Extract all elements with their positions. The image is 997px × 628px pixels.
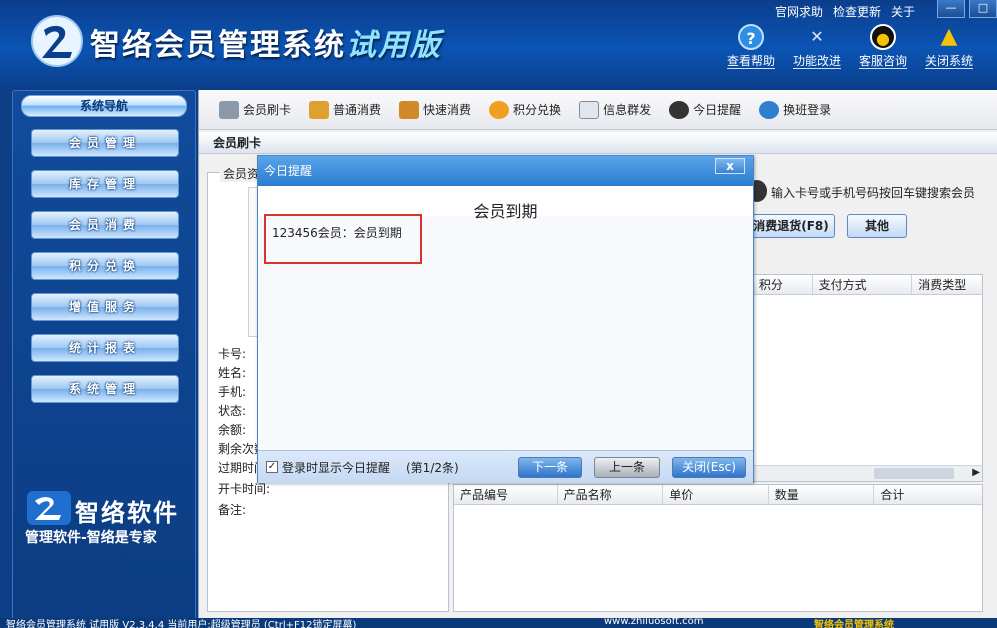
header-tools: ? 查看帮助 ✕ 功能改进 ● 客服咨询 ▲ 关闭系统 <box>721 22 979 69</box>
sidebar-title: 系统导航 <box>21 95 187 117</box>
close-system-label: 关闭系统 <box>924 54 973 69</box>
app-header: 智络会员管理系统试用版 官网求助 检查更新 关于 — □ ? 查看帮助 ✕ 功能… <box>0 0 997 88</box>
warning-icon: ▲ <box>940 24 958 49</box>
customer-service-button[interactable]: ● 客服咨询 <box>853 22 913 69</box>
link-check-update[interactable]: 检查更新 <box>833 3 881 20</box>
status-product-name: 智络会员管理系统 <box>814 620 894 628</box>
scroll-right-icon[interactable]: ▶ <box>972 467 980 478</box>
qq-penguin-icon: ● <box>870 24 896 50</box>
search-hint: 输入卡号或手机号码按回车键搜索会员 <box>771 186 976 200</box>
toolbar-quick-consumption[interactable]: 快速消费 <box>399 100 472 119</box>
sidebar-item-member-management[interactable]: 会员管理 <box>31 129 179 157</box>
field-status: 状态: <box>218 404 247 418</box>
link-help-site[interactable]: 官网求助 <box>775 3 823 20</box>
toolbar-normal-consumption[interactable]: 普通消费 <box>309 100 382 119</box>
col-product-name: 产品名称 <box>558 485 664 504</box>
sidebar: 系统导航 会员管理 库存管理 会员消费 积分兑换 增值服务 统计报表 系统管理 … <box>12 90 196 628</box>
toolbar-points-exchange[interactable]: 积分兑换 <box>489 100 562 119</box>
product-table: 产品编号 产品名称 单价 数量 合计 <box>453 484 983 612</box>
view-help-button[interactable]: ? 查看帮助 <box>721 22 781 69</box>
field-name: 姓名: <box>218 366 247 380</box>
dialog-close-icon[interactable]: x <box>715 158 745 174</box>
app-title-main: 智络会员管理系统 <box>90 28 346 63</box>
sidebar-item-inventory-management[interactable]: 库存管理 <box>31 170 179 198</box>
refresh-icon <box>489 100 510 119</box>
toolbar-mass-message-label: 信息群发 <box>603 103 652 117</box>
brand-logo-icon <box>27 491 71 525</box>
envelope-icon <box>579 100 600 119</box>
col-unit-price: 单价 <box>663 485 769 504</box>
prev-button[interactable]: 上一条 <box>594 457 660 478</box>
sidebar-item-system-management[interactable]: 系统管理 <box>31 375 179 403</box>
feature-improve-button[interactable]: ✕ 功能改进 <box>787 22 847 69</box>
minimize-button[interactable]: — <box>937 0 965 18</box>
dialog-footer: ✓ 登录时显示今日提醒 (第1/2条) 下一条 上一条 关闭(Esc) <box>258 450 753 483</box>
toolbar-card-swipe[interactable]: 会员刷卡 <box>219 100 292 119</box>
card-icon <box>219 100 239 119</box>
product-table-header: 产品编号 产品名称 单价 数量 合计 <box>454 485 982 505</box>
toolbar-normal-consumption-label: 普通消费 <box>333 103 382 117</box>
view-help-label: 查看帮助 <box>726 54 775 69</box>
field-card-no: 卡号: <box>218 347 247 361</box>
toolbar-points-exchange-label: 积分兑换 <box>513 103 562 117</box>
col-total: 合计 <box>880 488 905 502</box>
sidebar-item-member-consumption[interactable]: 会员消费 <box>31 211 179 239</box>
clock-icon <box>669 100 690 119</box>
toolbar: 会员刷卡 普通消费 快速消费 积分兑换 信息群发 今日提醒 换班登录 <box>199 90 997 130</box>
customer-service-label: 客服咨询 <box>858 54 907 69</box>
close-button[interactable]: 关闭(Esc) <box>672 457 746 478</box>
status-text: 智络会员管理系统 试用版 V2.3.4.4 当前用户:超级管理员 (Ctrl+F… <box>6 620 357 628</box>
col-quantity: 数量 <box>769 485 875 504</box>
refund-button[interactable]: 消费退货(F8) <box>747 214 835 238</box>
swap-user-icon <box>759 100 780 119</box>
maximize-button[interactable]: □ <box>969 0 997 18</box>
col-product-no: 产品编号 <box>454 485 558 504</box>
section-title: 会员刷卡 <box>199 132 997 154</box>
app-title-trial: 试用版 <box>346 28 442 63</box>
today-reminder-dialog: 今日提醒 x 会员到期 123456会员：会员到期 ✓ 登录时显示今日提醒 (第… <box>257 155 754 483</box>
app-title: 智络会员管理系统试用版 <box>90 20 442 64</box>
show-on-login-label[interactable]: 登录时显示今日提醒 <box>282 459 390 476</box>
status-bar: 智络会员管理系统 试用版 V2.3.4.4 当前用户:超级管理员 (Ctrl+F… <box>0 618 997 628</box>
col-consumption-type: 消费类型 <box>918 278 967 292</box>
page-info: (第1/2条) <box>406 461 459 475</box>
feature-improve-label: 功能改进 <box>792 54 841 69</box>
scrollbar-thumb[interactable] <box>874 468 954 479</box>
toolbar-quick-consumption-label: 快速消费 <box>423 103 472 117</box>
reminder-message: 123456会员：会员到期 <box>272 226 402 240</box>
sidebar-item-points-exchange[interactable]: 积分兑换 <box>31 252 179 280</box>
sidebar-item-statistics-reports[interactable]: 统计报表 <box>31 334 179 362</box>
dialog-titlebar: 今日提醒 x <box>258 156 753 186</box>
shopping-bag-icon <box>399 100 420 119</box>
link-about[interactable]: 关于 <box>891 3 915 20</box>
toolbar-shift-login-label: 换班登录 <box>783 103 832 117</box>
money-bag-icon <box>309 100 330 119</box>
toolbar-shift-login[interactable]: 换班登录 <box>759 100 832 119</box>
show-on-login-checkbox[interactable]: ✓ <box>266 461 278 473</box>
brand-name: 智络软件 <box>75 499 179 527</box>
other-button[interactable]: 其他 <box>847 214 907 238</box>
col-points: 积分 <box>753 275 813 294</box>
sidebar-item-value-added-services[interactable]: 增值服务 <box>31 293 179 321</box>
brand-slogan: 管理软件-智络是专家 <box>25 530 157 546</box>
window-controls: — □ <box>937 0 997 18</box>
status-website: www.zhiluosoft.com <box>604 618 704 627</box>
field-balance: 余额: <box>218 423 247 437</box>
next-button[interactable]: 下一条 <box>518 457 582 478</box>
field-phone: 手机: <box>218 385 247 399</box>
help-icon: ? <box>738 24 764 50</box>
top-links: 官网求助 检查更新 关于 <box>775 3 915 20</box>
tools-icon: ✕ <box>810 27 824 46</box>
toolbar-card-swipe-label: 会员刷卡 <box>243 103 292 117</box>
toolbar-today-reminder-label: 今日提醒 <box>693 103 742 117</box>
app-logo-icon <box>31 15 83 67</box>
toolbar-today-reminder[interactable]: 今日提醒 <box>669 100 742 119</box>
field-remark: 备注: <box>218 503 247 517</box>
close-system-button[interactable]: ▲ 关闭系统 <box>919 22 979 69</box>
dialog-title: 今日提醒 <box>264 164 313 178</box>
col-payment-method: 支付方式 <box>813 275 913 294</box>
toolbar-mass-message[interactable]: 信息群发 <box>579 100 652 119</box>
